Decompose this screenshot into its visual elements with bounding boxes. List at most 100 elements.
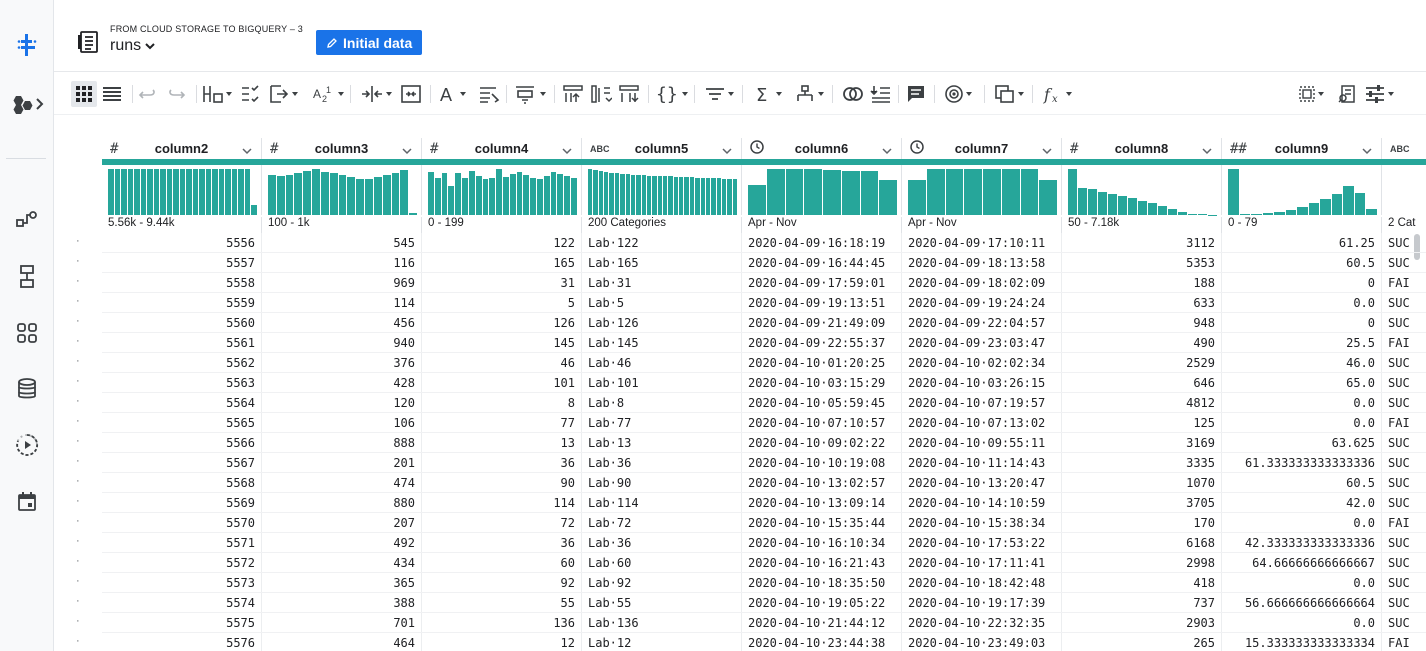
table-cell[interactable]: 2020-04-10·17:11:41 (902, 553, 1062, 573)
table-cell[interactable]: 63.625 (1222, 433, 1382, 453)
table-cell[interactable]: 5573 (102, 573, 262, 593)
table-cell[interactable]: 948 (1062, 313, 1222, 333)
histogram-bar[interactable] (1331, 193, 1343, 215)
histogram-bar[interactable] (496, 168, 502, 215)
row-marker[interactable]: · (76, 555, 80, 567)
table-cell[interactable]: 125 (1062, 413, 1222, 433)
histogram-bar[interactable] (140, 169, 147, 215)
histogram-bar[interactable] (186, 169, 192, 215)
histogram-bar[interactable] (238, 169, 244, 215)
histogram-bar[interactable] (347, 176, 356, 215)
list-view-icon[interactable] (102, 81, 122, 107)
table-cell[interactable]: 2020-04-09·18:13:58 (902, 253, 1062, 273)
histogram-bar[interactable] (766, 168, 785, 215)
histogram-bar[interactable] (1128, 197, 1137, 215)
histogram-bar[interactable] (908, 180, 926, 215)
histogram-bar[interactable] (1148, 203, 1157, 215)
histogram-bar[interactable] (1068, 168, 1077, 215)
table-cell[interactable]: 2020-04-10·03:26:15 (902, 373, 1062, 393)
table-cell[interactable]: 8 (422, 393, 582, 413)
table-cell[interactable]: 0.0 (1222, 413, 1382, 433)
table-cell[interactable]: 3169 (1062, 433, 1222, 453)
histogram-bar[interactable] (391, 172, 400, 215)
table-cell[interactable]: 6168 (1062, 533, 1222, 553)
table-cell[interactable]: 0.0 (1222, 293, 1382, 313)
histogram-bar[interactable] (244, 169, 251, 215)
table-cell[interactable]: 61.333333333333336 (1222, 453, 1382, 473)
histogram-bar[interactable] (727, 178, 732, 215)
table-cell[interactable]: 207 (262, 513, 422, 533)
histogram-bar[interactable] (748, 185, 766, 215)
rename-icon[interactable] (618, 81, 640, 107)
table-cell[interactable]: SUC (1382, 473, 1426, 493)
histogram-bar[interactable] (804, 168, 822, 215)
table-cell[interactable]: 90 (422, 473, 582, 493)
histogram-bar[interactable] (329, 172, 338, 215)
lookup-icon[interactable] (870, 81, 892, 107)
histogram-bar[interactable] (268, 174, 276, 215)
histogram-bar[interactable] (1228, 168, 1239, 215)
table-cell[interactable]: Lab·46 (582, 353, 742, 373)
table-cell[interactable]: 122 (422, 233, 582, 253)
histogram-bar[interactable] (192, 169, 199, 215)
table-cell[interactable]: 61.25 (1222, 233, 1382, 253)
table-cell[interactable]: 2020-04-10·15:35:44 (742, 513, 902, 533)
table-cell[interactable]: 145 (422, 333, 582, 353)
table-cell[interactable]: 5565 (102, 413, 262, 433)
table-cell[interactable]: 65.0 (1222, 373, 1382, 393)
function-icon[interactable]: fx (1042, 81, 1072, 107)
split-column-icon[interactable] (360, 81, 392, 107)
table-cell[interactable]: 2020-04-10·07:10:57 (742, 413, 902, 433)
table-row[interactable]: · 5566 888 13 Lab·13 2020-04-10·09:02:22 2020-… (54, 433, 1426, 453)
table-cell[interactable]: 2020-04-10·13:20:47 (902, 473, 1062, 493)
table-cell[interactable]: 2020-04-10·02:02:34 (902, 353, 1062, 373)
histogram-bar[interactable] (557, 173, 564, 215)
table-cell[interactable]: 888 (262, 433, 422, 453)
histogram-bar[interactable] (1108, 193, 1117, 215)
histogram-bar[interactable] (860, 170, 879, 215)
table-cell[interactable]: 2903 (1062, 613, 1222, 633)
histogram-bar[interactable] (1239, 214, 1251, 215)
histogram-bar[interactable] (509, 173, 516, 215)
histogram-bar[interactable] (166, 169, 173, 215)
histogram-bar[interactable] (448, 186, 455, 215)
table-cell[interactable]: 31 (422, 273, 582, 293)
table-cell[interactable]: 64.66666666666667 (1222, 553, 1382, 573)
table-cell[interactable]: SUC (1382, 373, 1426, 393)
table-cell[interactable]: 633 (1062, 293, 1222, 313)
table-cell[interactable]: 2020-04-09·21:49:09 (742, 313, 902, 333)
table-cell[interactable]: 464 (262, 633, 422, 651)
table-cell[interactable]: SUC (1382, 453, 1426, 473)
histogram-bar[interactable] (373, 176, 382, 215)
table-cell[interactable]: 701 (262, 613, 422, 633)
table-row[interactable]: · 5562 376 46 Lab·46 2020-04-10·01:20:25 2020-… (54, 353, 1426, 373)
table-cell[interactable]: 116 (262, 253, 422, 273)
histogram-bar[interactable] (841, 170, 860, 215)
histogram-bar[interactable] (312, 168, 320, 215)
histogram-bar[interactable] (409, 213, 418, 215)
histogram-bar[interactable] (482, 179, 489, 215)
column-header[interactable]: column6 (742, 138, 902, 159)
column-histogram[interactable] (262, 165, 422, 215)
table-cell[interactable]: SUC (1382, 553, 1426, 573)
column-header[interactable]: # column4 (422, 138, 582, 159)
histogram-bar[interactable] (1138, 200, 1147, 215)
histogram-bar[interactable] (673, 176, 679, 215)
histogram-bar[interactable] (251, 205, 257, 215)
table-row[interactable]: · 5576 464 12 Lab·12 2020-04-10·23:44:38 2020-… (54, 633, 1426, 651)
select-all-icon[interactable] (1298, 81, 1324, 107)
table-cell[interactable]: 2020-04-09·19:13:51 (742, 293, 902, 313)
table-cell[interactable]: Lab·165 (582, 253, 742, 273)
table-row[interactable]: · 5556 545 122 Lab·122 2020-04-09·16:18:19 202… (54, 233, 1426, 253)
table-cell[interactable]: 46 (422, 353, 582, 373)
table-cell[interactable]: 2020-04-10·21:44:12 (742, 613, 902, 633)
histogram-bar[interactable] (434, 177, 441, 215)
histogram-bar[interactable] (598, 170, 604, 215)
database-icon[interactable] (12, 374, 42, 404)
histogram-bar[interactable] (1320, 198, 1331, 215)
table-cell[interactable]: 5563 (102, 373, 262, 393)
library-icon[interactable] (12, 318, 42, 348)
table-cell[interactable]: 2020-04-10·09:02:22 (742, 433, 902, 453)
table-cell[interactable]: SUC (1382, 433, 1426, 453)
table-cell[interactable]: 492 (262, 533, 422, 553)
